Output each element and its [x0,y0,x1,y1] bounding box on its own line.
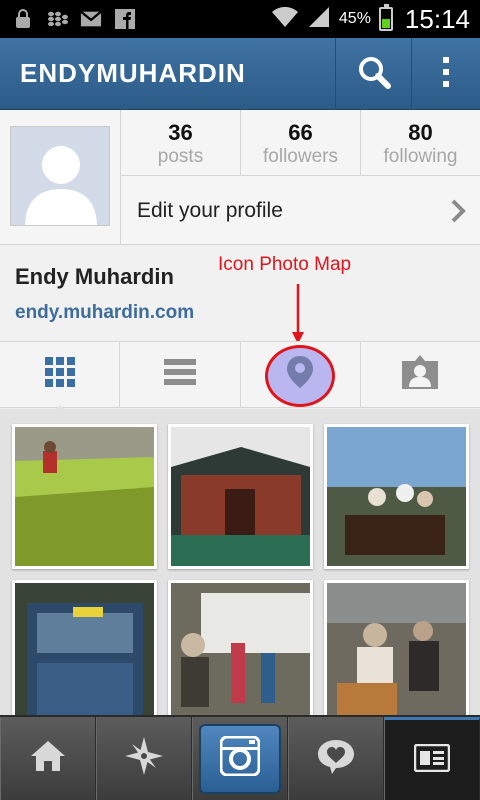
blackberry-icon [46,10,68,28]
posts-count: 36 [168,120,193,145]
camera-icon [219,735,261,781]
chevron-right-icon [450,198,466,229]
profile-stats: 36 posts 66 followers 80 following [120,110,480,176]
tab-grid-view[interactable] [0,342,121,407]
grid-view-icon [44,357,75,392]
photo-map-icon [287,356,314,393]
battery-icon [378,4,393,31]
avatar[interactable] [10,126,110,226]
bottom-navigation [0,715,480,800]
following-stat[interactable]: 80 following [361,110,480,175]
tab-tagged-photos[interactable] [361,342,480,407]
default-avatar-icon [11,127,109,225]
wifi-icon [271,6,299,33]
photo-thumbnail[interactable] [12,580,157,725]
annotation-arrow [292,284,304,344]
nav-activity[interactable] [288,717,384,800]
battery-percent: 45% [338,10,371,27]
search-icon [357,55,391,94]
lock-icon [12,9,34,28]
tab-list-view[interactable] [120,342,241,407]
nav-camera[interactable] [192,717,288,800]
edit-profile-label: Edit your profile [137,198,283,222]
camera-button[interactable] [199,723,281,794]
photo-thumbnail[interactable] [12,424,157,569]
explore-icon [125,737,163,780]
app-header: ENDYMUHARDIN [0,38,480,110]
home-icon [31,741,65,776]
website-link[interactable]: endy.muhardin.com [15,302,194,324]
overflow-menu-icon [442,55,450,94]
nav-explore[interactable] [96,717,192,800]
view-tabs [0,341,480,408]
tab-photo-map[interactable] [241,342,361,407]
overflow-menu-button[interactable] [411,38,480,110]
photo-grid [0,409,480,725]
profile-summary: 36 posts 66 followers 80 following Edit … [0,110,480,245]
profile-bio: Endy Muhardin endy.muhardin.com Icon Pho… [0,246,480,344]
activity-heart-icon [316,738,356,779]
tagged-photos-icon [402,355,439,394]
full-name: Endy Muhardin [15,264,174,289]
profile-news-icon [413,743,451,777]
following-label: following [383,146,458,167]
nav-profile[interactable] [384,717,480,800]
photo-thumbnail[interactable] [168,580,313,725]
posts-label: posts [157,146,204,167]
photo-thumbnail[interactable] [324,580,469,725]
status-bar: 45% 15:14 [0,0,480,38]
edit-profile-button[interactable]: Edit your profile [120,176,480,245]
signal-icon [307,6,331,33]
status-time: 15:14 [404,3,470,34]
gmail-icon [80,10,102,28]
facebook-icon [114,9,136,29]
search-button[interactable] [335,38,411,110]
following-count: 80 [408,120,433,145]
photo-thumbnail[interactable] [168,424,313,569]
list-view-icon [163,359,196,390]
followers-count: 66 [288,120,313,145]
profile-username: ENDYMUHARDIN [20,58,246,88]
nav-home[interactable] [0,717,96,800]
posts-stat[interactable]: 36 posts [121,110,241,175]
photo-thumbnail[interactable] [324,424,469,569]
annotation-label: Icon Photo Map [218,254,352,275]
followers-label: followers [263,146,338,167]
followers-stat[interactable]: 66 followers [241,110,361,175]
instagram-profile-screen: 45% 15:14 ENDYMUHARDIN 36 posts 66 follo… [0,0,480,800]
